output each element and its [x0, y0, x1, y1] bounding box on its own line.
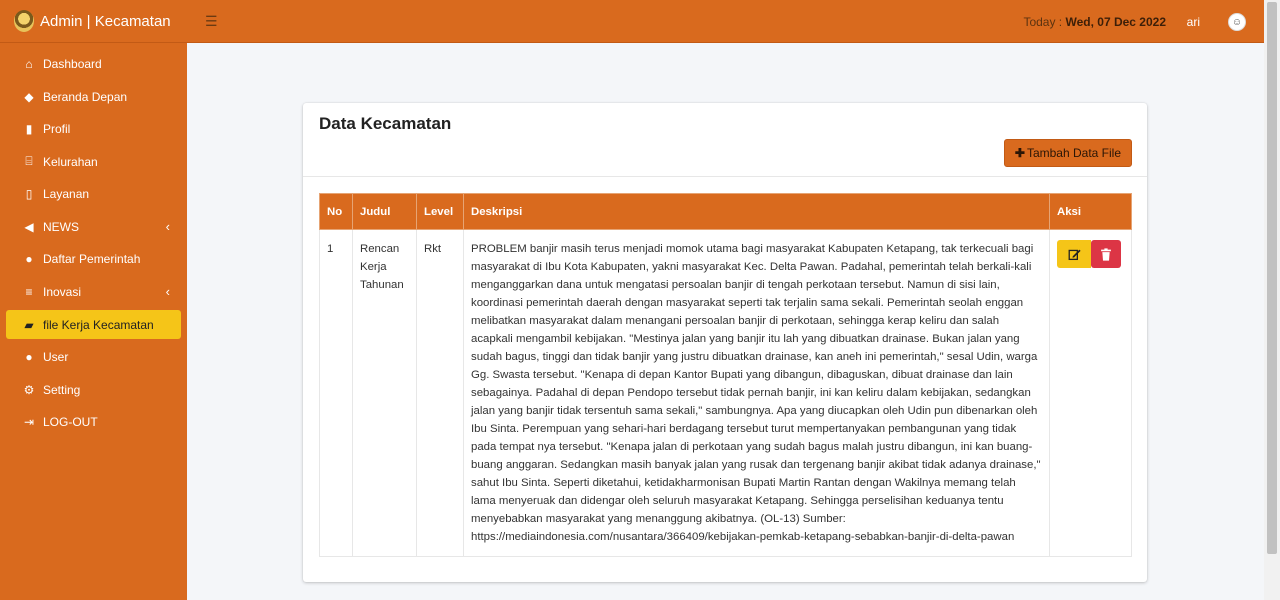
- column-header-level: Level: [416, 193, 464, 230]
- table-row: 1 Rencan Kerja Tahunan Rkt PROBLEM banji…: [319, 229, 1132, 557]
- trash-icon: [1101, 247, 1111, 261]
- brand[interactable]: Admin | Kecamatan: [0, 0, 187, 43]
- user-name[interactable]: ari: [1187, 15, 1200, 29]
- book-icon: ▮: [25, 122, 33, 137]
- list-icon: ≡: [25, 284, 33, 299]
- users-icon: ●: [25, 252, 33, 267]
- edit-button[interactable]: [1057, 240, 1091, 268]
- sidebar-item-label: Setting: [43, 382, 81, 397]
- sidebar-item-label: Kelurahan: [43, 154, 98, 169]
- column-header-deskripsi: Deskripsi: [463, 193, 1050, 230]
- sidebar-item-label: LOG-OUT: [43, 415, 98, 430]
- brand-title: Admin | Kecamatan: [40, 12, 171, 30]
- action-buttons: [1057, 240, 1124, 268]
- folder-open-icon: ▰: [24, 317, 34, 332]
- top-navbar: ☰ Today : Wed, 07 Dec 2022 ari ☺: [187, 0, 1264, 43]
- gear-icon: ⚙: [23, 382, 35, 397]
- sidebar-item-label: Dashboard: [43, 57, 102, 72]
- add-file-button[interactable]: ✚ Tambah Data File: [1003, 139, 1132, 167]
- sidebar-item-label: Layanan: [43, 187, 90, 202]
- cell-deskripsi: PROBLEM banjir masih terus menjadi momok…: [463, 229, 1050, 557]
- data-card: Data Kecamatan ✚ Tambah Data File No Jud…: [303, 103, 1147, 582]
- sidebar-item-logout[interactable]: ⇥ LOG-OUT: [0, 406, 187, 439]
- delete-button[interactable]: [1091, 240, 1121, 268]
- avatar[interactable]: ☺: [1228, 13, 1246, 31]
- sidebar-item-profil[interactable]: ▮ Profil: [0, 113, 187, 146]
- page-scrollbar[interactable]: [1264, 0, 1280, 600]
- plus-icon: ✚: [1014, 146, 1025, 160]
- sidebar-menu: ⌂ Dashboard ◆ Beranda Depan ▮ Profil ⌸ K…: [0, 48, 187, 439]
- sidebar-item-label: Profil: [43, 122, 71, 137]
- sidebar-item-news[interactable]: ◀ NEWS ‹: [0, 211, 187, 244]
- sidebar-item-label: Inovasi: [43, 284, 82, 299]
- sidebar-item-inovasi[interactable]: ≡ Inovasi ‹: [0, 276, 187, 309]
- sidebar-item-label: User: [43, 350, 69, 365]
- sidebar-item-dashboard[interactable]: ⌂ Dashboard: [0, 48, 187, 81]
- sidebar-item-daftar-pemerintah[interactable]: ● Daftar Pemerintah: [0, 243, 187, 276]
- cell-no: 1: [319, 229, 353, 557]
- column-header-aksi: Aksi: [1049, 193, 1132, 230]
- edit-icon: [1068, 249, 1081, 260]
- chevron-left-icon: ‹: [165, 284, 170, 300]
- sidebar-item-beranda-depan[interactable]: ◆ Beranda Depan: [0, 81, 187, 114]
- bullhorn-icon: ◀: [24, 219, 34, 234]
- sidebar-item-kelurahan[interactable]: ⌸ Kelurahan: [0, 146, 187, 179]
- chevron-left-icon: ‹: [165, 219, 170, 235]
- sidebar-item-label: Beranda Depan: [43, 89, 128, 104]
- sidebar-item-user[interactable]: ● User: [0, 341, 187, 374]
- tags-icon: ◆: [24, 89, 34, 104]
- sidebar-item-label: NEWS: [43, 219, 79, 234]
- sign-out-icon: ⇥: [23, 415, 35, 430]
- card-header: Data Kecamatan ✚ Tambah Data File: [303, 103, 1147, 177]
- today-label: Today :: [1023, 15, 1063, 29]
- institution-icon: ⌸: [25, 154, 33, 169]
- column-header-no: No: [319, 193, 353, 230]
- table-header-row: No Judul Level Deskripsi Aksi: [319, 193, 1132, 230]
- sidebar-item-label: file Kerja Kecamatan: [43, 317, 154, 332]
- sidebar-item-label: Daftar Pemerintah: [43, 252, 141, 267]
- sidebar-item-setting[interactable]: ⚙ Setting: [0, 374, 187, 407]
- add-file-label: Tambah Data File: [1026, 146, 1121, 160]
- column-header-judul: Judul: [352, 193, 417, 230]
- cell-aksi: [1049, 229, 1132, 557]
- sidebar-item-layanan[interactable]: ▯ Layanan: [0, 178, 187, 211]
- home-icon: ⌂: [25, 57, 33, 72]
- today-date: Today : Wed, 07 Dec 2022: [1023, 15, 1166, 29]
- sidebar-item-file-kerja-kecamatan[interactable]: ▰ file Kerja Kecamatan: [6, 310, 181, 339]
- data-table: No Judul Level Deskripsi Aksi 1 Rencan K…: [319, 193, 1132, 557]
- user-icon: ●: [25, 350, 33, 365]
- cell-level: Rkt: [416, 229, 464, 557]
- scrollbar-thumb[interactable]: [1267, 2, 1277, 554]
- sidebar: Admin | Kecamatan ⌂ Dashboard ◆ Beranda …: [0, 0, 187, 600]
- page-title: Data Kecamatan: [319, 114, 452, 133]
- hamburger-menu-icon[interactable]: ☰: [205, 13, 218, 30]
- logo-icon: [14, 10, 34, 32]
- cell-judul: Rencan Kerja Tahunan: [352, 229, 417, 557]
- file-icon: ▯: [25, 187, 33, 202]
- today-value: Wed, 07 Dec 2022: [1065, 15, 1166, 29]
